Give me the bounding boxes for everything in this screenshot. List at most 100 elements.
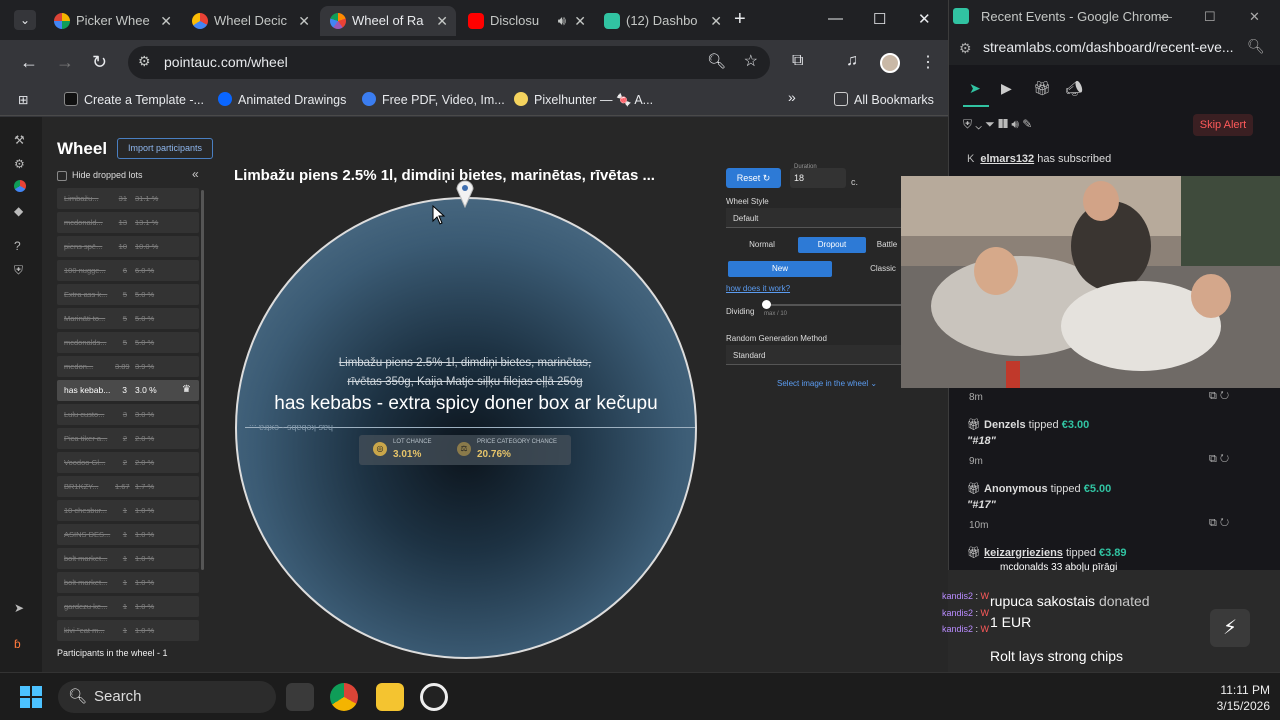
lot-row[interactable]: gardezu ke... 1 1.0 % bbox=[57, 596, 199, 617]
menu-kebab-icon[interactable]: ⋮ bbox=[920, 52, 936, 72]
tab-dashboard[interactable]: (12) Dashbo ✕ bbox=[594, 6, 730, 36]
bookmark-star-icon[interactable]: ☆ bbox=[744, 51, 758, 71]
reset-button[interactable]: Reset ↻ bbox=[726, 168, 781, 188]
bookmark-animated-drawings[interactable]: Animated Drawings bbox=[218, 92, 346, 107]
obs-icon[interactable] bbox=[420, 683, 448, 711]
lot-row[interactable]: Lulu custo... 3 3.0 % bbox=[57, 404, 199, 425]
variant-classic[interactable]: Classic bbox=[860, 261, 906, 277]
lot-row[interactable]: BR1KZY... 1.67 1.7 % bbox=[57, 476, 199, 497]
media-tab-icon[interactable]: ▶ bbox=[1001, 80, 1012, 97]
skip-alert-button[interactable]: Skip Alert bbox=[1193, 114, 1253, 136]
lot-row[interactable]: 100 nugge... 6 6.0 % bbox=[57, 260, 199, 281]
tab-wheel-of-random[interactable]: Wheel of Ra ✕ bbox=[320, 6, 456, 36]
shield-filter-icon[interactable]: ⛨ ⌄ ⏷ ❚❚ 🔊︎ ✎ bbox=[963, 117, 1032, 132]
close-tab-icon[interactable]: ✕ bbox=[160, 6, 172, 36]
windows-start-icon[interactable] bbox=[20, 686, 42, 708]
copy-replay-icon[interactable]: ⧉ ↻ bbox=[1209, 453, 1229, 466]
maximize-icon[interactable]: ☐ bbox=[1204, 9, 1216, 25]
file-explorer-icon[interactable] bbox=[376, 683, 404, 711]
chrome-taskbar-icon[interactable] bbox=[330, 683, 358, 711]
lot-row[interactable]: has kebab... 3 3.0 % ♛ bbox=[57, 380, 199, 401]
extensions-icon[interactable]: ⧉ bbox=[792, 52, 803, 70]
telegram-icon[interactable]: ➤ bbox=[14, 601, 24, 615]
lot-row[interactable]: Pica tiker a... 2 2.0 % bbox=[57, 428, 199, 449]
collapse-panel-icon[interactable]: « bbox=[192, 167, 199, 181]
tab-disclosure[interactable]: Disclosu 🔊︎ ✕ bbox=[458, 6, 594, 36]
settings-gear-icon[interactable]: ⚙ bbox=[14, 157, 25, 171]
media-controls-icon[interactable]: ♫ bbox=[846, 52, 858, 70]
all-bookmarks[interactable]: All Bookmarks bbox=[834, 92, 934, 107]
system-clock[interactable]: 11:11 PM 3/15/2026 bbox=[1200, 682, 1270, 714]
task-view-icon[interactable] bbox=[286, 683, 314, 711]
hide-dropped-checkbox[interactable] bbox=[57, 171, 67, 181]
reload-icon[interactable]: ↻ bbox=[92, 52, 107, 73]
tab-picker-wheel[interactable]: Picker Whee ✕ bbox=[44, 6, 180, 36]
taskbar-search[interactable]: 🔍︎ Search bbox=[58, 681, 276, 713]
close-tab-icon[interactable]: ✕ bbox=[436, 6, 448, 36]
events-tab-icon[interactable]: ➤ bbox=[969, 80, 981, 97]
close-window-icon[interactable]: ✕ bbox=[918, 10, 931, 28]
audio-playing-icon[interactable]: 🔊︎ bbox=[558, 6, 566, 36]
profile-avatar[interactable] bbox=[880, 53, 900, 73]
maximize-icon[interactable]: ☐ bbox=[873, 10, 886, 28]
bookmark-create-template[interactable]: Create a Template -... bbox=[64, 92, 204, 107]
site-info-icon[interactable]: ⚙ bbox=[959, 40, 972, 57]
lightning-bolt-icon[interactable]: ⚡︎ bbox=[1210, 609, 1250, 647]
back-icon[interactable]: ← bbox=[20, 52, 38, 73]
announce-tab-icon[interactable]: 📣︎ bbox=[1065, 80, 1083, 97]
new-tab-icon[interactable]: + bbox=[734, 8, 746, 31]
import-participants-button[interactable]: Import participants bbox=[117, 138, 213, 159]
lot-row[interactable]: bolt market... 1 1.0 % bbox=[57, 572, 199, 593]
random-method-select[interactable]: Standard bbox=[726, 345, 901, 365]
close-tab-icon[interactable]: ✕ bbox=[574, 6, 586, 36]
lot-row[interactable]: mcdonalds... 5 5.0 % bbox=[57, 332, 199, 353]
variant-new[interactable]: New bbox=[728, 261, 832, 277]
mode-battle[interactable]: Battle bbox=[870, 237, 904, 253]
copy-replay-icon[interactable]: ⧉ ↻ bbox=[1209, 390, 1229, 403]
lot-row[interactable]: bolt market... 1 1.0 % bbox=[57, 548, 199, 569]
help-icon[interactable]: ? bbox=[14, 239, 21, 253]
lots-scrollbar[interactable] bbox=[201, 190, 204, 570]
tab-wheel-decide[interactable]: Wheel Decic ✕ bbox=[182, 6, 318, 36]
brand-logo-icon[interactable]: ɓ bbox=[14, 637, 21, 651]
bookmark-free-pdf[interactable]: Free PDF, Video, Im... bbox=[362, 92, 505, 107]
zoom-icon[interactable]: 🔍︎ bbox=[1247, 38, 1265, 55]
lot-row[interactable]: mcdonald... 13 13.1 % bbox=[57, 212, 199, 233]
lot-row[interactable]: 10 chesbur... 1 1.0 % bbox=[57, 500, 199, 521]
shield-icon[interactable]: ⛨ bbox=[14, 263, 23, 278]
site-info-icon[interactable]: ⚙ bbox=[138, 53, 151, 70]
zoom-icon[interactable]: 🔍︎ bbox=[707, 52, 726, 70]
gift-tab-icon[interactable]: 🎁︎ bbox=[1033, 80, 1051, 97]
mode-dropout[interactable]: Dropout bbox=[798, 237, 866, 253]
bookmark-pixelhunter[interactable]: Pixelhunter — 🍬 A... bbox=[514, 92, 653, 108]
address-bar[interactable]: ⚙ pointauc.com/wheel 🔍︎ ☆ bbox=[128, 46, 770, 79]
more-bookmarks-icon[interactable]: » bbox=[788, 89, 796, 105]
lot-row[interactable]: piens spē... 10 10.0 % bbox=[57, 236, 199, 257]
lot-row[interactable]: Marināti to... 5 5.0 % bbox=[57, 308, 199, 329]
auction-hammer-icon[interactable]: ⚒ bbox=[14, 133, 25, 147]
wheel-style-select[interactable]: Default bbox=[726, 208, 901, 228]
close-tab-icon[interactable]: ✕ bbox=[298, 6, 310, 36]
layers-icon[interactable]: ◆ bbox=[14, 204, 23, 218]
tab-search-button[interactable]: ⌄ bbox=[14, 10, 36, 30]
dividing-slider-handle[interactable] bbox=[762, 300, 771, 309]
lot-row[interactable]: medon... 3.89 3.9 % bbox=[57, 356, 199, 377]
mode-normal[interactable]: Normal bbox=[732, 237, 792, 253]
dividing-slider-track[interactable] bbox=[765, 304, 905, 306]
how-does-it-work-link[interactable]: how does it work? bbox=[726, 284, 790, 293]
minimize-icon[interactable]: — bbox=[828, 10, 843, 27]
apps-grid-icon[interactable]: ⊞ bbox=[18, 92, 28, 107]
lot-row[interactable]: Limbažu... 31 31.1 % bbox=[57, 188, 199, 209]
lot-row[interactable]: Extra ass k... 5 5.0 % bbox=[57, 284, 199, 305]
lot-row[interactable]: kivi "eat m... 1 1.0 % bbox=[57, 620, 199, 641]
lot-row[interactable]: ASINS DES... 1 1.0 % bbox=[57, 524, 199, 545]
lot-row[interactable]: Voodoo Gl... 2 2.0 % bbox=[57, 452, 199, 473]
wheel-nav-icon[interactable] bbox=[14, 180, 26, 192]
forward-icon[interactable]: → bbox=[56, 52, 74, 73]
close-window-icon[interactable]: ✕ bbox=[1249, 9, 1260, 25]
copy-replay-icon[interactable]: ⧉ ↻ bbox=[1209, 517, 1229, 530]
close-tab-icon[interactable]: ✕ bbox=[710, 6, 722, 36]
select-image-link[interactable]: Select image in the wheel ⌄ bbox=[777, 379, 877, 388]
minimize-icon[interactable]: — bbox=[1159, 9, 1172, 24]
duration-input[interactable]: 18 bbox=[790, 168, 846, 188]
